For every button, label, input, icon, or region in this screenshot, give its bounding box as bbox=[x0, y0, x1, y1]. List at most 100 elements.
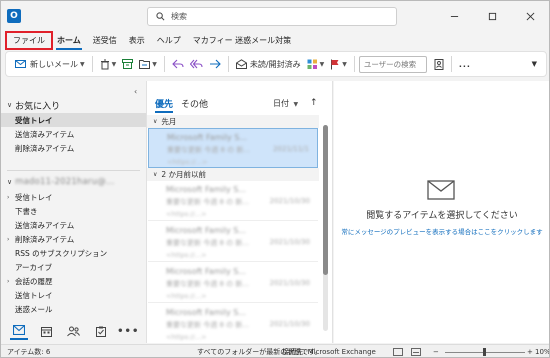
preview-settings-link[interactable]: 常にメッセージのプレビューを表示する場合はここをクリックします bbox=[334, 226, 549, 236]
more-commands-button[interactable]: ... bbox=[456, 54, 474, 74]
message-date: 2021/10/30 bbox=[269, 197, 310, 205]
new-mail-icon bbox=[15, 60, 26, 68]
minimize-icon[interactable] bbox=[435, 1, 473, 31]
chevron-down-icon[interactable]: ▼ bbox=[320, 61, 325, 68]
menu-help[interactable]: ヘルプ bbox=[151, 33, 187, 48]
ribbon-expand-button[interactable]: ▼ bbox=[529, 54, 540, 74]
user-search-input[interactable]: ユーザーの検索 bbox=[358, 55, 427, 73]
chevron-down-icon: ▼ bbox=[531, 60, 537, 68]
ribbon-separator bbox=[227, 56, 229, 72]
message-meta: 重要な更新 今週 8 の 新... 2021/10/30 bbox=[166, 320, 310, 330]
zoom-in-button[interactable]: + bbox=[527, 348, 533, 356]
menu-file[interactable]: ファイル bbox=[5, 30, 53, 50]
menu-mcafee-antispam[interactable]: マカフィー 迷惑メール対策 bbox=[187, 33, 297, 48]
zoom-slider-thumb[interactable] bbox=[483, 348, 486, 356]
normal-view-icon[interactable] bbox=[393, 348, 403, 356]
collapse-pane-icon[interactable]: ‹ bbox=[134, 87, 137, 96]
account-header[interactable]: ∨ mado11-2021haru@... bbox=[1, 174, 146, 190]
mark-unread-button[interactable]: 未読/開封済み bbox=[233, 54, 304, 74]
people-icon[interactable] bbox=[64, 322, 82, 340]
menu-send-receive[interactable]: 送受信 bbox=[87, 33, 123, 48]
message-item[interactable]: Microsoft Family S... 重要な更新 今週 8 の 新... … bbox=[148, 263, 318, 303]
folder-outbox[interactable]: 送信トレイ bbox=[1, 288, 146, 302]
flag-button[interactable]: ▼ bbox=[327, 54, 350, 74]
folder-label: 送信トレイ bbox=[15, 290, 53, 300]
reply-button[interactable] bbox=[169, 54, 187, 74]
chevron-down-icon[interactable]: ▼ bbox=[112, 61, 117, 68]
calendar-icon[interactable] bbox=[37, 322, 55, 340]
folder-sent-items[interactable]: 送信済みアイテム bbox=[1, 218, 146, 232]
envelope-icon bbox=[427, 180, 455, 200]
tab-other[interactable]: その他 bbox=[181, 97, 208, 110]
message-list-header: 優先 その他 日付 ▼ ↑ bbox=[147, 95, 332, 113]
folder-label: 迷惑メール bbox=[15, 304, 53, 314]
tasks-icon[interactable] bbox=[92, 322, 110, 340]
message-meta: 重要な更新 今週 8 の 新... 2021/11/1 bbox=[167, 145, 309, 155]
categorize-icon bbox=[307, 59, 317, 69]
chevron-right-icon[interactable]: › bbox=[7, 194, 13, 201]
group-header[interactable]: ∨ 2 か月前以前 bbox=[147, 168, 319, 181]
message-date: 2021/10/30 bbox=[269, 279, 310, 287]
chevron-down-icon[interactable]: ▼ bbox=[152, 61, 157, 68]
folder-label: 受信トレイ bbox=[15, 192, 53, 202]
chevron-right-icon[interactable]: › bbox=[7, 236, 13, 243]
tab-focused[interactable]: 優先 bbox=[155, 97, 174, 113]
zoom-out-button[interactable]: − bbox=[433, 348, 439, 356]
favorite-sent-items[interactable]: 送信済みアイテム bbox=[1, 127, 146, 141]
archive-button[interactable] bbox=[119, 54, 136, 74]
chevron-down-icon: ∨ bbox=[7, 178, 13, 186]
folder-pane: ‹ ∨ お気に入り 受信トレイ 送信済みアイテム 削除済みアイテム ∨ mado… bbox=[1, 81, 146, 343]
sort-by-dropdown[interactable]: 日付 ▼ bbox=[273, 98, 298, 109]
message-snippet: <https://...> bbox=[166, 292, 207, 300]
move-button[interactable]: ▼ bbox=[136, 54, 160, 74]
divider bbox=[7, 170, 140, 171]
message-sender: Microsoft Family S... bbox=[167, 133, 247, 142]
group-header[interactable]: ∨ 先月 bbox=[147, 115, 319, 128]
message-item[interactable]: Microsoft Family S... 重要な更新 今週 8 の 新... … bbox=[148, 304, 318, 343]
delete-button[interactable]: ▼ bbox=[97, 54, 120, 74]
message-meta: 重要な更新 今週 8 の 新... 2021/10/30 bbox=[166, 279, 310, 289]
connection-status: 接続先: Microsoft Exchange bbox=[282, 348, 376, 356]
menu-view[interactable]: 表示 bbox=[123, 33, 151, 48]
folder-label: アーカイブ bbox=[15, 262, 53, 272]
folder-junk[interactable]: 迷惑メール bbox=[1, 302, 146, 316]
message-item[interactable]: Microsoft Family S... 重要な更新 今週 8 の 新... … bbox=[148, 128, 318, 168]
maximize-icon[interactable] bbox=[473, 1, 511, 31]
chevron-right-icon[interactable]: › bbox=[7, 278, 13, 285]
folder-deleted-items[interactable]: › 削除済みアイテム bbox=[1, 232, 146, 246]
forward-icon bbox=[209, 59, 221, 69]
favorite-inbox[interactable]: 受信トレイ bbox=[1, 113, 146, 127]
message-item[interactable]: Microsoft Family S... 重要な更新 今週 8 の 新... … bbox=[148, 181, 318, 221]
forward-button[interactable] bbox=[206, 54, 224, 74]
mark-unread-label: 未読/開封済み bbox=[249, 59, 301, 69]
folder-inbox[interactable]: › 受信トレイ bbox=[1, 190, 146, 204]
chevron-down-icon[interactable]: ▼ bbox=[80, 61, 85, 68]
favorite-deleted-items[interactable]: 削除済みアイテム bbox=[1, 141, 146, 155]
search-input[interactable]: 検索 bbox=[147, 7, 397, 26]
folder-conversation-history[interactable]: › 会話の履歴 bbox=[1, 274, 146, 288]
message-snippet: <https://...> bbox=[166, 251, 207, 259]
address-book-button[interactable] bbox=[431, 54, 447, 74]
reply-all-button[interactable] bbox=[187, 54, 206, 74]
more-icon[interactable]: ••• bbox=[117, 322, 138, 340]
folder-label: 下書き bbox=[15, 206, 38, 216]
message-preview: 重要な更新 今週 8 の 新... bbox=[167, 146, 251, 154]
close-icon[interactable] bbox=[511, 1, 549, 31]
window-controls bbox=[435, 1, 549, 31]
categorize-button[interactable]: ▼ bbox=[304, 54, 328, 74]
new-mail-button[interactable]: 新しいメール ▼ bbox=[12, 54, 88, 74]
sort-direction-button[interactable]: ↑ bbox=[310, 98, 318, 108]
folder-rss[interactable]: RSS のサブスクリプション bbox=[1, 246, 146, 260]
chevron-down-icon[interactable]: ▼ bbox=[342, 61, 347, 68]
folder-archive[interactable]: アーカイブ bbox=[1, 260, 146, 274]
scrollbar-thumb[interactable] bbox=[323, 125, 328, 275]
reading-view-icon[interactable] bbox=[411, 348, 421, 356]
message-item[interactable]: Microsoft Family S... 重要な更新 今週 8 の 新... … bbox=[148, 222, 318, 262]
favorites-label: お気に入り bbox=[15, 101, 61, 112]
message-list-scrollbar[interactable] bbox=[323, 125, 328, 331]
favorites-header[interactable]: ∨ お気に入り bbox=[1, 97, 146, 113]
delete-icon bbox=[100, 59, 109, 69]
folder-drafts[interactable]: 下書き bbox=[1, 204, 146, 218]
menu-home[interactable]: ホーム bbox=[51, 33, 87, 50]
mail-icon[interactable] bbox=[9, 322, 28, 340]
